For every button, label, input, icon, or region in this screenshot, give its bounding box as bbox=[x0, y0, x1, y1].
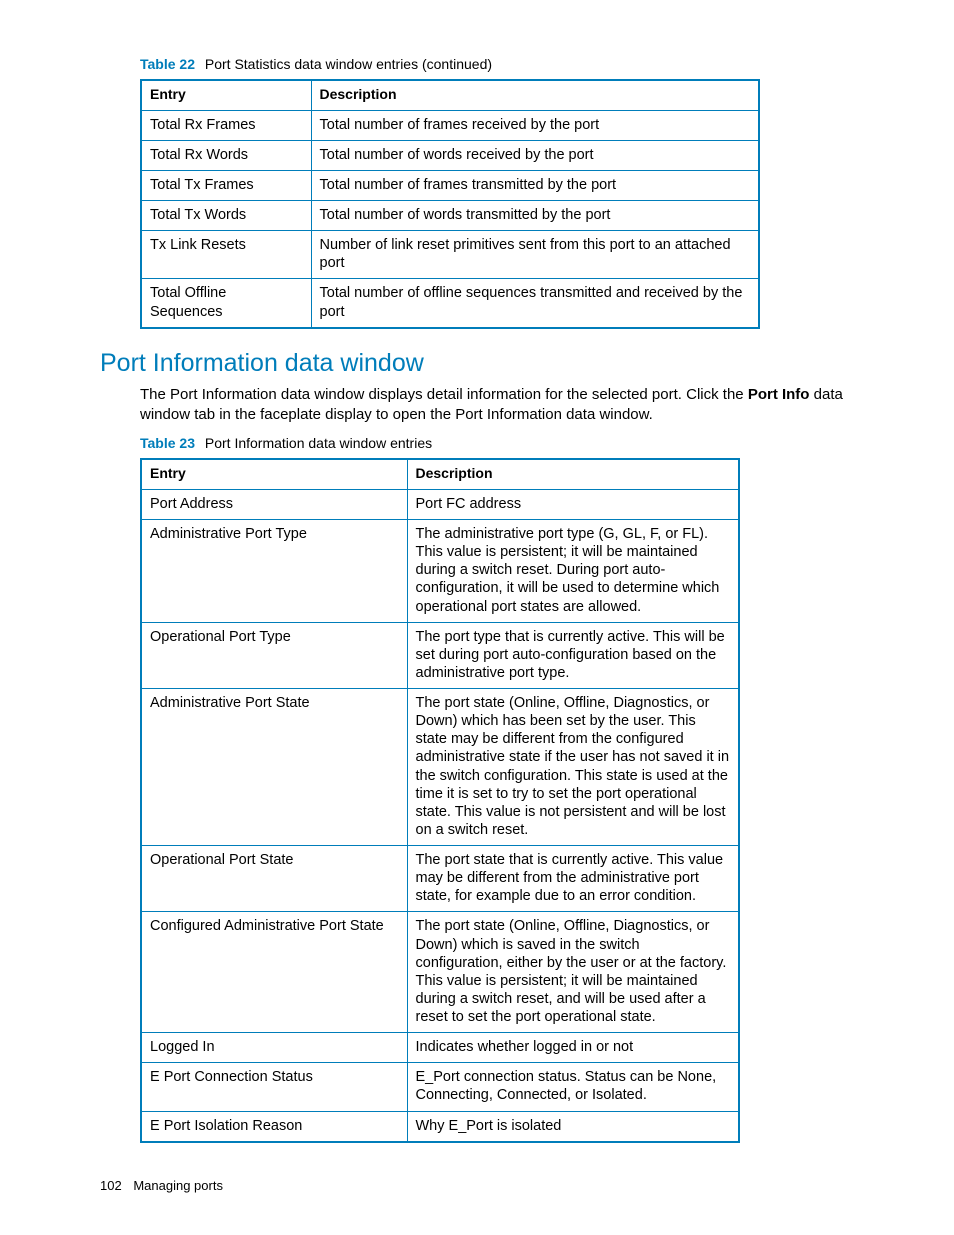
table-22: Entry Description Total Rx Frames Total … bbox=[140, 79, 760, 329]
cell-entry: Operational Port Type bbox=[141, 622, 407, 688]
table-row: Configured Administrative Port State The… bbox=[141, 912, 739, 1033]
cell-desc: The port state that is currently active.… bbox=[407, 846, 739, 912]
page-number: 102 bbox=[100, 1178, 122, 1193]
cell-desc: Total number of frames transmitted by th… bbox=[311, 170, 759, 200]
table-23-label: Table 23 bbox=[140, 435, 195, 451]
table-row: Total Tx Words Total number of words tra… bbox=[141, 201, 759, 231]
table-22-title: Port Statistics data window entries (con… bbox=[205, 56, 492, 72]
cell-entry: Total Offline Sequences bbox=[141, 279, 311, 328]
cell-desc: Indicates whether logged in or not bbox=[407, 1033, 739, 1063]
table-row: Logged In Indicates whether logged in or… bbox=[141, 1033, 739, 1063]
table-row: Operational Port Type The port type that… bbox=[141, 622, 739, 688]
section-heading: Port Information data window bbox=[100, 347, 854, 380]
table-row: Total Rx Frames Total number of frames r… bbox=[141, 110, 759, 140]
table-23-caption: Table 23 Port Information data window en… bbox=[140, 434, 854, 452]
cell-desc: Total number of offline sequences transm… bbox=[311, 279, 759, 328]
col-header-entry: Entry bbox=[141, 80, 311, 110]
cell-entry: Tx Link Resets bbox=[141, 231, 311, 279]
cell-entry: E Port Connection Status bbox=[141, 1063, 407, 1111]
cell-entry: Configured Administrative Port State bbox=[141, 912, 407, 1033]
cell-desc: Why E_Port is isolated bbox=[407, 1111, 739, 1142]
table-row: Total Tx Frames Total number of frames t… bbox=[141, 170, 759, 200]
cell-entry: E Port Isolation Reason bbox=[141, 1111, 407, 1142]
cell-entry: Total Rx Words bbox=[141, 140, 311, 170]
table-22-caption: Table 22 Port Statistics data window ent… bbox=[140, 55, 854, 73]
cell-entry: Administrative Port Type bbox=[141, 520, 407, 623]
cell-desc: E_Port connection status. Status can be … bbox=[407, 1063, 739, 1111]
col-header-desc: Description bbox=[311, 80, 759, 110]
table-row: Tx Link Resets Number of link reset prim… bbox=[141, 231, 759, 279]
cell-desc: Total number of words transmitted by the… bbox=[311, 201, 759, 231]
col-header-desc: Description bbox=[407, 459, 739, 489]
cell-entry: Port Address bbox=[141, 489, 407, 519]
table-row: Administrative Port State The port state… bbox=[141, 689, 739, 846]
col-header-entry: Entry bbox=[141, 459, 407, 489]
cell-desc: The port state (Online, Offline, Diagnos… bbox=[407, 912, 739, 1033]
cell-desc: Port FC address bbox=[407, 489, 739, 519]
table-23: Entry Description Port Address Port FC a… bbox=[140, 458, 740, 1142]
section-paragraph: The Port Information data window display… bbox=[140, 385, 860, 424]
cell-desc: The administrative port type (G, GL, F, … bbox=[407, 520, 739, 623]
page: Table 22 Port Statistics data window ent… bbox=[0, 0, 954, 1235]
page-footer: 102 Managing ports bbox=[100, 1178, 223, 1195]
table-row: Port Address Port FC address bbox=[141, 489, 739, 519]
para-text-before: The Port Information data window display… bbox=[140, 386, 748, 403]
table-row: Entry Description bbox=[141, 459, 739, 489]
cell-entry: Administrative Port State bbox=[141, 689, 407, 846]
table-row: E Port Isolation Reason Why E_Port is is… bbox=[141, 1111, 739, 1142]
cell-desc: Number of link reset primitives sent fro… bbox=[311, 231, 759, 279]
table-row: Total Rx Words Total number of words rec… bbox=[141, 140, 759, 170]
table-row: Total Offline Sequences Total number of … bbox=[141, 279, 759, 328]
table-row: Entry Description bbox=[141, 80, 759, 110]
cell-entry: Operational Port State bbox=[141, 846, 407, 912]
table-23-title: Port Information data window entries bbox=[205, 435, 432, 451]
table-22-label: Table 22 bbox=[140, 56, 195, 72]
cell-entry: Total Tx Words bbox=[141, 201, 311, 231]
cell-desc: Total number of frames received by the p… bbox=[311, 110, 759, 140]
table-row: Operational Port State The port state th… bbox=[141, 846, 739, 912]
cell-entry: Total Tx Frames bbox=[141, 170, 311, 200]
table-row: Administrative Port Type The administrat… bbox=[141, 520, 739, 623]
cell-desc: The port type that is currently active. … bbox=[407, 622, 739, 688]
cell-desc: Total number of words received by the po… bbox=[311, 140, 759, 170]
cell-entry: Total Rx Frames bbox=[141, 110, 311, 140]
cell-entry: Logged In bbox=[141, 1033, 407, 1063]
table-row: E Port Connection Status E_Port connecti… bbox=[141, 1063, 739, 1111]
chapter-name: Managing ports bbox=[133, 1178, 223, 1193]
para-text-bold: Port Info bbox=[748, 386, 810, 403]
cell-desc: The port state (Online, Offline, Diagnos… bbox=[407, 689, 739, 846]
